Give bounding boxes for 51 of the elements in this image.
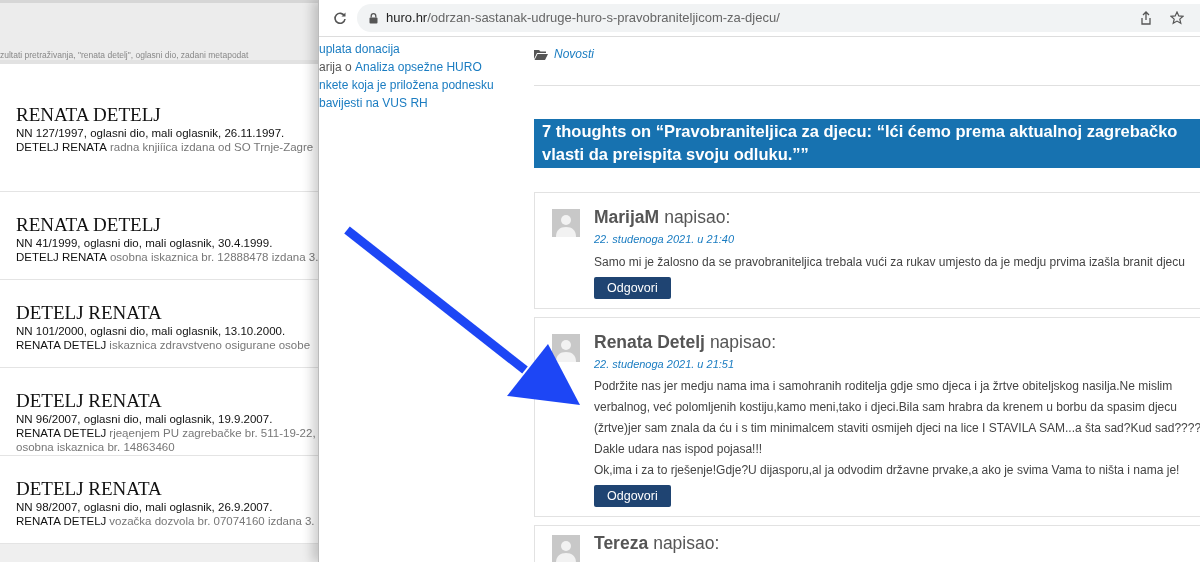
result-reference: NN 96/2007, oglasni dio, mali oglasnik, 19.9.2007. [16,412,274,426]
result-reference: NN 41/1999, oglasni dio, mali oglasnik, 30.4.1999. [16,236,274,250]
avatar-icon [552,535,580,562]
search-summary: zultati pretraživanja, "renata detelj", oglasni dio, zadani metapodat [0,50,249,60]
result-name: DETELJ RENATA [16,250,107,264]
result-name: RENATA DETELJ [16,514,107,528]
sidebar-text: arija o [319,59,353,76]
result-reference: NN 98/2007, oglasni dio, mali oglasnik, 26.9.2007. [16,500,274,514]
comment-date[interactable]: 22. studenoga 2021. u 21:40 [594,231,735,248]
category-link[interactable]: Novosti [554,45,594,63]
result-reference: NN 127/1997, oglasni dio, mali oglasnik, 26.11.1997. [16,126,286,140]
comments-heading: 7 thoughts on “Pravobraniteljica za djecu: “Ići ćemo prema aktualnoj zagrebačko vlasti da preispita svoju odluku.”” [534,119,1200,168]
reply-button[interactable]: Odgovori [594,485,671,507]
result-details: osobna iskaznica br. 14863460 [16,440,175,454]
folder-icon [534,48,548,60]
result-details: radna knjiíica izdana od SO Trnje-Zagre [109,140,314,154]
comment-author: MarijaM [594,207,660,227]
sidebar-link[interactable]: uplata donacija [319,40,400,58]
comment-author: Renata Detelj [594,331,705,352]
share-icon[interactable] [1140,11,1152,25]
result-details: iskaznica zdravstveno osigurane osobe [109,338,311,352]
comment-label: napisao: [709,331,777,352]
result-reference: NN 101/2000, oglasni dio, mali oglasnik, 13.10.2000. [16,324,287,338]
comment-text: Podržite nas jer medju nama ima i samohranih roditelja gdje smo djeca i ja žrtve obiteljskog nasilja.Ne mislim verbalnog, već polomljenih kostiju,kamo meni,tako i djeci.Bila sam hrabra da krenem u borbu da spasim djecu (žrtve)jer sam znala da ću i s tim minimalcem staviti osmijeh djeci na lice I STAVILA SAM...a šta sad?Kud sad???? Dakle udara nas ispod pojasa!!! Ok,ima i za to rješenje!Gdje?U dijasporu,al ja odvodim državne prvake,a ako je svima Vama to ništa i nama je! [594,378,1200,479]
address-bar[interactable]: huro.hr/odrzan-sastanak-udruge-huro-s-pravobraniteljicom-za-djecu/ [357,4,1200,32]
result-title[interactable]: DETELJ RENATA [16,302,318,324]
sidebar-link[interactable]: bavijesti na VUS RH [319,94,428,112]
sidebar-link[interactable]: Analiza opsežne HURO [355,58,482,76]
result-details: rjeąenjem PU zagrebačke br. 511-19-22, [109,426,316,440]
result-title[interactable]: DETELJ RENATA [16,478,318,500]
star-icon[interactable] [1170,11,1184,25]
result-name: RENATA DETELJ [16,338,107,352]
result-details: vozačka dozvola br. 07074160 izdana 3. [109,514,315,528]
comment-author: Tereza [594,533,649,553]
avatar-icon [552,209,580,237]
result-title[interactable]: RENATA DETELJ [16,214,318,236]
result-title[interactable]: RENATA DETELJ [16,104,318,126]
avatar-icon [552,333,580,362]
result-title[interactable]: DETELJ RENATA [16,390,318,412]
reload-icon[interactable] [333,11,347,25]
result-details: osobna iskaznica br. 12888478 izdana 3. [109,250,318,264]
comment-label: napisao: [664,207,731,227]
result-name: RENATA DETELJ [16,426,107,440]
result-name: DETELJ RENATA [16,140,107,154]
comment-label: napisao: [653,533,720,553]
reply-button[interactable]: Odgovori [594,276,671,299]
sidebar-link[interactable]: nkete koja je priložena podnesku [319,76,494,94]
lock-icon [369,12,378,24]
url-text: huro.hr/odrzan-sastanak-udruge-huro-s-pravobraniteljicom-za-djecu/ [386,9,780,28]
comment-text: Samo mi je žalosno da se pravobraniteljica trebala vući za rukav umjesto da je medju prvima izašla branit djecu [594,253,1186,271]
comment-date[interactable]: 22. studenoga 2021. u 21:51 [594,355,735,372]
